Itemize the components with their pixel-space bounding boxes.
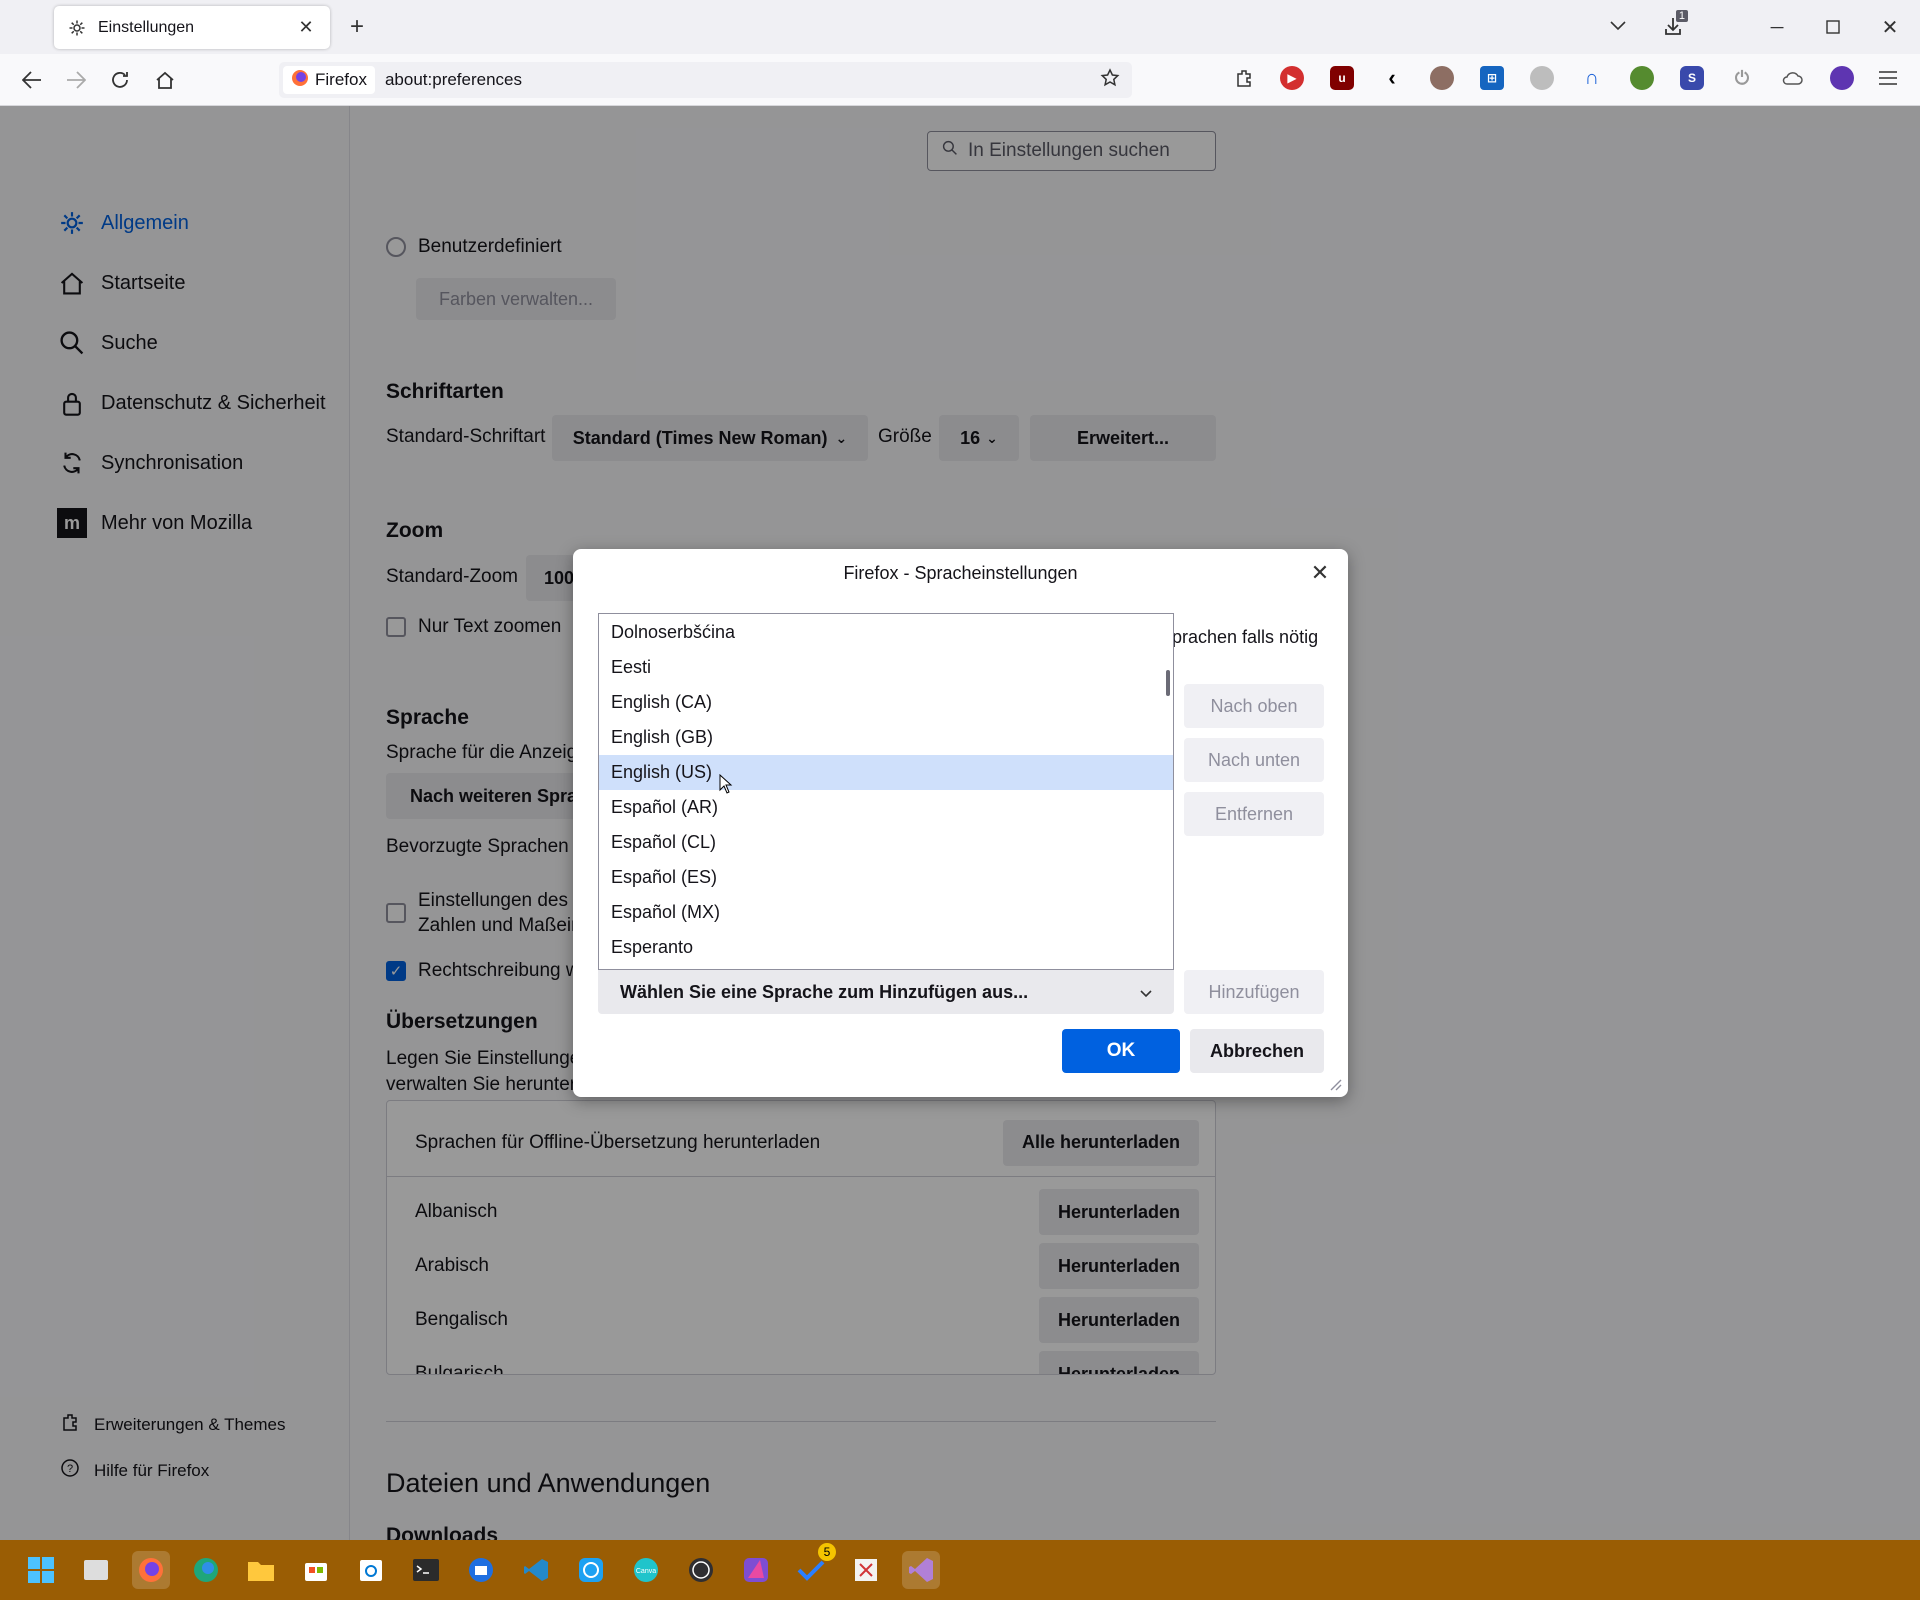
todo-icon[interactable]: 5 <box>792 1543 836 1589</box>
ok-button[interactable]: OK <box>1062 1029 1180 1073</box>
url-text[interactable]: about:preferences <box>385 70 1100 90</box>
arrow-ext-icon[interactable]: ‹ <box>1380 65 1404 90</box>
home-icon[interactable] <box>151 66 179 94</box>
ublock-icon[interactable]: u <box>1330 66 1354 90</box>
tab-settings[interactable]: Einstellungen ✕ <box>54 6 330 49</box>
close-tab-icon[interactable]: ✕ <box>294 16 318 40</box>
s-ext-icon[interactable]: S <box>1680 66 1704 90</box>
list-scrollbar[interactable] <box>1166 670 1170 696</box>
thunderbird-icon[interactable] <box>462 1551 500 1589</box>
tab-title: Einstellungen <box>98 18 195 36</box>
minimize-button[interactable]: ─ <box>1764 14 1790 40</box>
list-item[interactable]: Español (AR) <box>599 790 1173 825</box>
move-down-button[interactable]: Nach unten <box>1184 738 1324 782</box>
affinity-icon[interactable] <box>737 1551 775 1589</box>
youtube-ext-icon[interactable]: ▶ <box>1280 66 1304 90</box>
globe-ext-icon[interactable] <box>1630 66 1654 90</box>
back-icon[interactable] <box>18 66 46 94</box>
store-icon[interactable] <box>297 1551 335 1589</box>
terminal-icon[interactable] <box>407 1551 445 1589</box>
cookie-ext-icon[interactable] <box>1430 66 1454 90</box>
mouse-cursor-icon <box>719 773 733 799</box>
vscode-icon[interactable] <box>517 1551 555 1589</box>
cancel-button[interactable]: Abbrechen <box>1190 1029 1324 1073</box>
app-icon[interactable] <box>572 1551 610 1589</box>
list-item[interactable]: Dolnoserbšćina <box>599 615 1173 650</box>
add-language-select[interactable]: Wählen Sie eine Sprache zum Hinzufügen a… <box>598 970 1174 1014</box>
list-item-selected[interactable]: English (US) <box>599 755 1173 790</box>
dialog-title: Firefox - Spracheinstellungen <box>843 562 1078 583</box>
identity-label: Firefox <box>315 70 367 89</box>
windows-start-icon[interactable] <box>22 1551 60 1589</box>
list-item[interactable]: English (CA) <box>599 685 1173 720</box>
svg-text:Canva: Canva <box>636 1568 656 1575</box>
add-button[interactable]: Hinzufügen <box>1184 970 1324 1014</box>
cloud-outline-icon[interactable] <box>1780 66 1804 90</box>
firefox-icon <box>291 69 309 92</box>
new-tab-button[interactable]: + <box>344 13 370 40</box>
list-item[interactable]: Esperanto <box>599 930 1173 965</box>
resize-grip-icon[interactable] <box>1326 1075 1342 1091</box>
remove-button[interactable]: Entfernen <box>1184 792 1324 836</box>
add-language-select-label: Wählen Sie eine Sprache zum Hinzufügen a… <box>620 981 1029 1002</box>
close-icon[interactable]: ✕ <box>1308 560 1332 585</box>
todo-badge: 5 <box>818 1543 836 1561</box>
language-dropdown-list[interactable]: Dolnoserbšćina Eesti English (CA) Englis… <box>598 613 1174 970</box>
windows-taskbar: Canva 5 <box>0 1540 1920 1600</box>
downloads-icon[interactable]: 1 <box>1658 10 1688 40</box>
list-item[interactable]: Español (ES) <box>599 860 1173 895</box>
grid-ext-icon[interactable]: ⊞ <box>1480 66 1504 90</box>
list-tabs-icon[interactable] <box>1606 14 1630 38</box>
snipping-icon[interactable] <box>847 1551 885 1589</box>
list-item[interactable]: Español (CL) <box>599 825 1173 860</box>
tab-bar: Einstellungen ✕ + 1 ─ ✕ <box>0 0 1920 54</box>
fallback-languages-text: prachen falls nötig <box>1172 627 1319 647</box>
gear-icon <box>66 17 88 39</box>
power-ext-icon[interactable]: ⏻ <box>1730 66 1754 90</box>
maximize-button[interactable] <box>1820 14 1846 40</box>
extensions-puzzle-icon[interactable] <box>1232 66 1256 90</box>
url-bar[interactable]: Firefox about:preferences <box>279 62 1132 98</box>
identity-box[interactable]: Firefox <box>283 66 375 94</box>
arc-ext-icon[interactable]: ∩ <box>1580 66 1604 90</box>
list-item[interactable]: Español (MX) <box>599 895 1173 930</box>
window-close-button[interactable]: ✕ <box>1877 14 1903 40</box>
task-view-icon[interactable] <box>77 1551 115 1589</box>
bookmark-star-icon[interactable] <box>1100 67 1120 93</box>
calendar-icon[interactable] <box>352 1551 390 1589</box>
language-settings-dialog: Firefox - Spracheinstellungen ✕ prachen … <box>573 549 1348 1097</box>
chevron-down-icon <box>1140 982 1152 1003</box>
account-avatar[interactable] <box>1830 66 1854 90</box>
reload-icon[interactable] <box>106 66 134 94</box>
downloads-badge: 1 <box>1675 10 1688 22</box>
obs-icon[interactable] <box>682 1551 720 1589</box>
firefox-icon[interactable] <box>132 1551 170 1589</box>
visual-studio-icon[interactable] <box>902 1551 940 1589</box>
edge-icon[interactable] <box>187 1551 225 1589</box>
canva-icon[interactable]: Canva <box>627 1551 665 1589</box>
list-item[interactable]: English (GB) <box>599 720 1173 755</box>
cloud-ext-icon[interactable] <box>1530 66 1554 90</box>
folder-icon[interactable] <box>242 1551 280 1589</box>
list-item[interactable]: Eesti <box>599 650 1173 685</box>
move-up-button[interactable]: Nach oben <box>1184 684 1324 728</box>
forward-icon[interactable] <box>62 66 90 94</box>
menu-icon[interactable] <box>1876 66 1900 90</box>
